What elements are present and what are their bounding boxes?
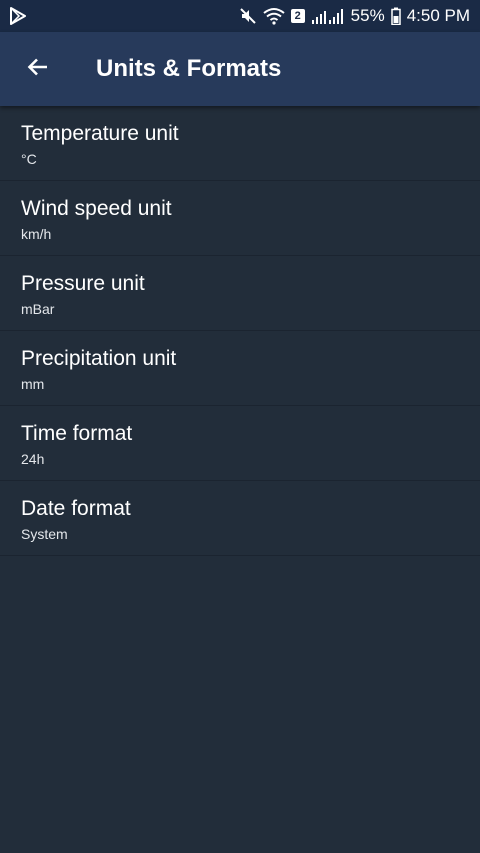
play-store-icon	[10, 7, 26, 25]
setting-value: km/h	[21, 226, 52, 242]
battery-icon	[390, 7, 401, 25]
setting-value: mm	[21, 376, 45, 392]
setting-value: System	[21, 526, 68, 542]
page-title: Units & Formats	[96, 55, 282, 82]
setting-label: Wind speed unit	[21, 197, 172, 220]
setting-date-format[interactable]: Date format System	[0, 481, 480, 556]
setting-value: °C	[21, 151, 37, 167]
setting-time-format[interactable]: Time format 24h	[0, 406, 480, 481]
wifi-icon	[263, 7, 285, 25]
sim-badge: 2	[290, 9, 305, 23]
setting-label: Date format	[21, 497, 131, 520]
back-button[interactable]	[10, 41, 66, 97]
back-arrow-icon	[26, 55, 50, 84]
setting-temperature-unit[interactable]: Temperature unit °C	[0, 106, 480, 181]
setting-label: Pressure unit	[21, 272, 145, 295]
signal-icon	[311, 7, 345, 25]
mute-icon	[239, 7, 257, 25]
setting-pressure-unit[interactable]: Pressure unit mBar	[0, 256, 480, 331]
app-bar: Units & Formats	[0, 32, 480, 106]
setting-wind-speed-unit[interactable]: Wind speed unit km/h	[0, 181, 480, 256]
clock: 4:50 PM	[406, 6, 470, 25]
setting-label: Precipitation unit	[21, 347, 177, 370]
battery-percent: 55%	[350, 6, 385, 25]
setting-label: Temperature unit	[21, 122, 179, 145]
setting-label: Time format	[21, 422, 133, 445]
setting-value: 24h	[21, 451, 45, 467]
setting-precipitation-unit[interactable]: Precipitation unit mm	[0, 331, 480, 406]
setting-value: mBar	[21, 301, 55, 317]
settings-list: Temperature unit °C Wind speed unit km/h…	[0, 106, 480, 556]
status-bar: 2 55% 4:50 PM	[0, 0, 480, 32]
